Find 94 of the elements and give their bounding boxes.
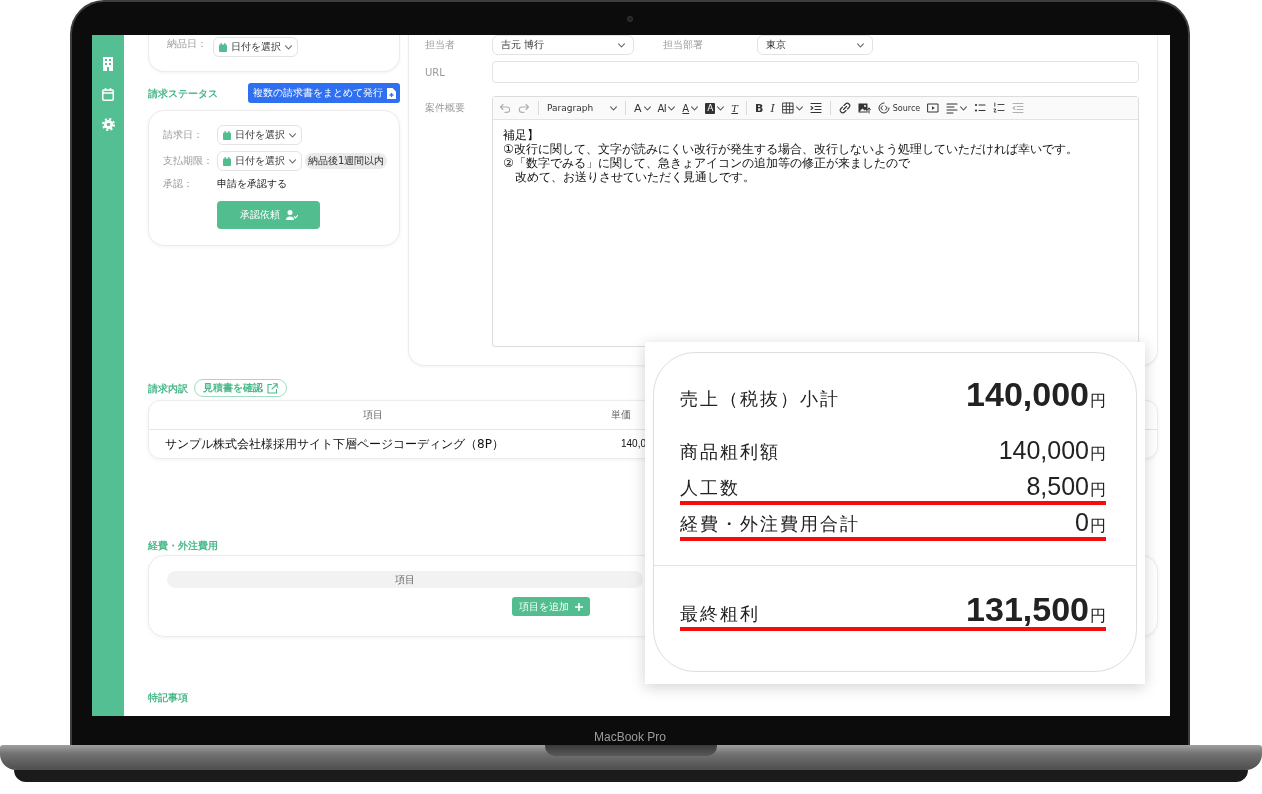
summary-label: 商品粗利額 [680,440,780,464]
amount-value: 8,500 [1026,474,1089,499]
chevron-down-icon [857,42,864,48]
italic-button[interactable]: I [768,100,777,116]
undo-icon [499,102,511,114]
assignee-select[interactable]: 吉元 博行 [492,35,634,55]
chevron-down-icon [610,105,617,111]
font-family-button[interactable]: AI [655,100,678,116]
play-icon [927,102,940,114]
chevron-down-icon [289,158,296,164]
summary-label: 人工数 [680,476,740,500]
section-title: 請求内訳 [148,381,188,395]
field-label: URL [425,66,446,78]
media-embed-button[interactable] [925,100,942,116]
date-select[interactable]: 日付を選択 [217,125,302,145]
field-label: 案件概要 [425,101,466,115]
column-header: 項目 [167,571,643,588]
calendar-icon[interactable] [102,88,114,101]
section-title: 請求ステータス [148,86,218,100]
field-label: 支払期限： [163,154,213,168]
font-size-button[interactable]: A [632,100,653,116]
field-label: 承認： [163,177,193,191]
amount-value: 0 [1075,510,1089,535]
indent-button[interactable] [807,100,824,116]
section-title: 特記事項 [148,691,188,704]
heading-dropdown[interactable]: Paragraph [545,100,619,116]
column-header: 項目 [362,408,383,422]
chevron-down-icon [285,44,292,50]
highlight-button[interactable]: A [703,100,727,116]
font-color-button[interactable]: A [680,100,701,116]
text-line: 改めて、お送りさせていただく見通しです。 [514,170,756,184]
table-icon [781,102,794,114]
summary-label: 経費・外注費用合計 [680,512,860,536]
calendar-icon [219,42,227,52]
currency-unit: 円 [1090,444,1106,465]
chevron-down-icon [795,105,803,111]
chevron-down-icon [618,42,625,48]
text-line: ①改行に関して、文字が読みにくい改行が発生する場合、改行しないよう処理していただければ幸いです。 [503,142,1079,156]
table-cell-text: サンプル株式会社様採用サイト下層ページコーディング（8P） [164,435,505,453]
amount-value: 140,000 [966,377,1089,411]
device-label: MacBook Pro [594,730,666,745]
numbered-list-icon [993,102,1006,114]
bulleted-list-icon [974,102,987,114]
deadline-badge: 納品後1週間以内 [305,153,388,169]
user-check-icon [285,210,298,220]
chevron-down-icon [717,105,725,111]
redo-icon [518,102,530,114]
field-label: 担当部署 [663,38,704,52]
camera-icon [627,15,633,22]
numbered-list-button[interactable] [991,100,1008,116]
url-input[interactable] [492,61,1139,83]
plus-icon [575,602,583,611]
currency-unit: 円 [1090,606,1106,627]
bold-button[interactable]: B [753,100,766,116]
chevron-down-icon [289,132,296,138]
field-value: 申請を承認する [217,177,287,191]
field-label: 請求日： [163,128,203,142]
external-link-icon [267,382,278,394]
clear-format-button[interactable]: T [729,100,740,116]
summary-label: 売上（税抜）小計 [680,387,840,411]
currency-unit: 円 [1090,391,1106,412]
date-select[interactable]: 日付を選択 [213,37,298,57]
building-icon[interactable] [103,57,113,71]
chevron-down-icon [960,105,968,111]
column-header: 単価 [611,408,631,422]
calendar-icon [223,156,231,166]
link-icon [838,102,851,114]
field-label: 担当者 [425,38,456,52]
text-line: 補足】 [503,128,540,142]
currency-unit: 円 [1090,516,1106,537]
table-button[interactable] [779,100,805,116]
outdent-icon [1012,102,1025,114]
image-icon [857,102,871,114]
chevron-down-icon [643,105,651,111]
source-button[interactable]: Source [875,100,923,116]
amount-value: 140,000 [998,438,1089,463]
department-select[interactable]: 東京 [757,35,873,55]
chevron-down-icon [668,105,676,111]
bulk-issue-button[interactable]: 複数の請求書をまとめて発行 [248,83,400,103]
section-title: 経費・外注費用 [148,539,218,552]
calendar-icon [223,130,231,140]
field-label: 納品日： [167,37,207,51]
align-left-icon [946,102,959,114]
text-line: ②「数字でみる」に関して、急きょアイコンの追加等の修正が来ましたので [503,156,911,170]
source-code-icon [877,102,890,114]
link-button[interactable] [836,100,853,116]
summary-label: 最終粗利 [680,602,760,626]
document-plus-icon [387,87,396,99]
settings-icon[interactable] [101,118,115,131]
indent-icon [809,102,822,114]
amount-value: 131,500 [966,592,1089,626]
currency-unit: 円 [1090,480,1106,501]
date-select[interactable]: 日付を選択 [217,151,302,171]
chevron-down-icon [691,105,699,111]
